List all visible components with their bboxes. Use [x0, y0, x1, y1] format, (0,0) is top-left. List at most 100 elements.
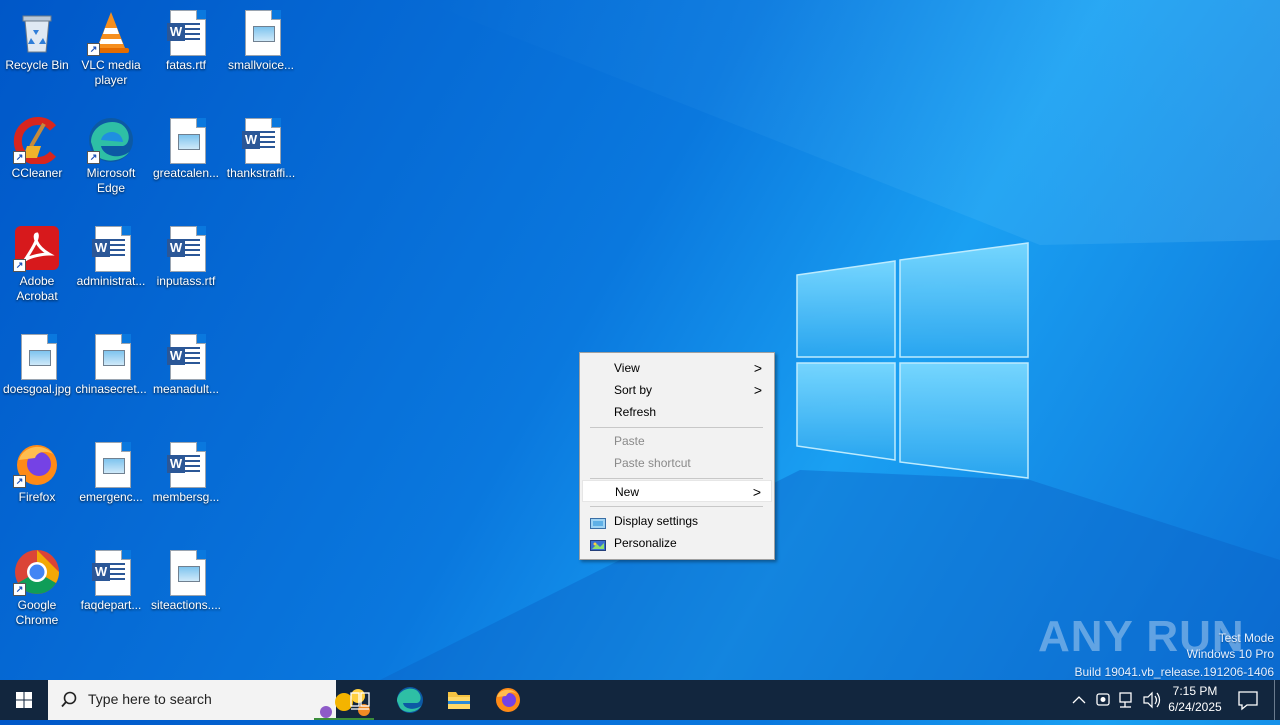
- menu-item-label: View: [614, 361, 640, 375]
- desktop-icon-ccleaner[interactable]: ↗ CCleaner: [0, 108, 74, 181]
- desktop-icon-label: fatas.rtf: [165, 58, 206, 72]
- show-desktop-button[interactable]: [1274, 680, 1280, 720]
- file-explorer-icon: [448, 692, 470, 709]
- desktop-icon-label: doesgoal.jpg: [2, 382, 72, 396]
- desktop-icon-fatas[interactable]: W fatas.rtf: [149, 0, 223, 73]
- display-icon: [590, 515, 606, 529]
- desktop-icon-recycle-bin[interactable]: Recycle Bin: [0, 0, 74, 73]
- desktop-icon-label: VLC media player: [81, 58, 141, 87]
- desktop-icon-smallvoice[interactable]: smallvoice...: [224, 0, 298, 73]
- menu-item-refresh[interactable]: Refresh: [582, 401, 772, 423]
- shortcut-arrow-icon: ↗: [13, 259, 26, 272]
- desktop-icon-label: Adobe Acrobat: [16, 274, 58, 303]
- word-document-icon: W: [162, 8, 210, 56]
- firefox-icon: ↗: [13, 440, 61, 488]
- menu-item-sort-by[interactable]: Sort by >: [582, 379, 772, 401]
- taskbar-file-explorer-button[interactable]: [435, 680, 483, 720]
- desktop-icon-label: CCleaner: [11, 166, 63, 180]
- menu-item-label: Personalize: [614, 536, 677, 550]
- image-file-icon: [162, 548, 210, 596]
- desktop-icon-label: smallvoice...: [227, 58, 295, 72]
- menu-item-paste-shortcut[interactable]: Paste shortcut: [582, 452, 772, 474]
- desktop-icon-label: administrat...: [76, 274, 146, 288]
- desktop-icon-vlc[interactable]: ↗ VLC media player: [74, 0, 148, 88]
- menu-item-paste[interactable]: Paste: [582, 430, 772, 452]
- menu-item-display-settings[interactable]: Display settings: [582, 510, 772, 532]
- desktop-icon-meanadult[interactable]: W meanadult...: [149, 324, 223, 397]
- clock[interactable]: 7:15 PM 6/24/2025: [1164, 680, 1226, 720]
- defender-icon: [1096, 693, 1110, 706]
- desktop-context-menu: View > Sort by > Refresh Paste Paste sho…: [579, 352, 775, 560]
- desktop-icon-label: meanadult...: [152, 382, 220, 396]
- menu-item-label: Sort by: [614, 383, 653, 397]
- desktop-icon-label: chinasecret...: [75, 382, 147, 396]
- menu-separator: [590, 506, 763, 507]
- desktop-icon-label: faqdepart...: [80, 598, 142, 612]
- desktop-icon-inputass[interactable]: W inputass.rtf: [149, 216, 223, 289]
- shortcut-arrow-icon: ↗: [87, 151, 100, 164]
- desktop-icon-microsoft-edge[interactable]: ↗ Microsoft Edge: [74, 108, 148, 196]
- windows-start-icon: [16, 692, 32, 708]
- shortcut-arrow-icon: ↗: [13, 475, 26, 488]
- desktop-icon-doesgoal[interactable]: doesgoal.jpg: [0, 324, 74, 397]
- menu-item-personalize[interactable]: Personalize: [582, 532, 772, 554]
- windows-edition-text: Windows 10 Pro: [1186, 647, 1274, 661]
- network-icon: [1119, 692, 1132, 708]
- desktop-icon-chinasecret[interactable]: chinasecret...: [74, 324, 148, 397]
- desktop-icon-siteactions[interactable]: siteactions....: [149, 540, 223, 613]
- menu-item-view[interactable]: View >: [582, 357, 772, 379]
- chevron-right-icon: >: [753, 382, 762, 398]
- word-document-icon: W: [87, 548, 135, 596]
- action-center-button[interactable]: [1230, 680, 1266, 720]
- shortcut-arrow-icon: ↗: [13, 151, 26, 164]
- word-document-icon: W: [87, 224, 135, 272]
- desktop-icon-label: greatcalen...: [152, 166, 220, 180]
- volume-button[interactable]: [1140, 680, 1162, 720]
- image-file-icon: [237, 8, 285, 56]
- image-file-icon: [87, 440, 135, 488]
- tray-security-button[interactable]: [1092, 680, 1114, 720]
- taskbar-edge-button[interactable]: [386, 680, 434, 720]
- word-document-icon: W: [162, 224, 210, 272]
- task-view-icon: [350, 692, 370, 710]
- word-document-icon: W: [162, 332, 210, 380]
- word-document-icon: W: [237, 116, 285, 164]
- chevron-right-icon: >: [753, 360, 762, 376]
- desktop-icon-membersg[interactable]: W membersg...: [149, 432, 223, 505]
- desktop-icon-google-chrome[interactable]: ↗ Google Chrome: [0, 540, 74, 628]
- menu-item-label: Refresh: [614, 405, 657, 419]
- acrobat-icon: ↗: [13, 224, 61, 272]
- desktop-icon-faqdepart[interactable]: W faqdepart...: [74, 540, 148, 613]
- taskbar: Type here to search 7:15 PM 6/24/2025: [0, 680, 1280, 720]
- desktop-icon-adobe-acrobat[interactable]: ↗ Adobe Acrobat: [0, 216, 74, 304]
- menu-item-label: Paste shortcut: [614, 456, 691, 470]
- start-button[interactable]: [0, 680, 48, 720]
- menu-item-label: Paste: [614, 434, 645, 448]
- desktop-icon-label: membersg...: [152, 490, 220, 504]
- desktop-icon-thankstraffi[interactable]: W thankstraffi...: [224, 108, 298, 181]
- show-hidden-icons-button[interactable]: [1068, 680, 1090, 720]
- personalize-icon: [590, 537, 606, 551]
- desktop-icon-emergenc[interactable]: emergenc...: [74, 432, 148, 505]
- desktop-icon-label: emergenc...: [79, 490, 143, 504]
- desktop-icon-label: inputass.rtf: [156, 274, 216, 288]
- desktop-icon-firefox[interactable]: ↗ Firefox: [0, 432, 74, 505]
- menu-item-new[interactable]: New >: [582, 480, 772, 502]
- firefox-icon: [496, 688, 520, 712]
- search-icon: [61, 691, 77, 708]
- search-placeholder: Type here to search: [88, 691, 212, 707]
- desktop-icon-label: Firefox: [18, 490, 56, 504]
- taskbar-firefox-button[interactable]: [484, 680, 532, 720]
- vlc-icon: ↗: [87, 8, 135, 56]
- notification-icon: [1238, 691, 1258, 711]
- image-file-icon: [87, 332, 135, 380]
- menu-separator: [590, 478, 763, 479]
- taskbar-search-box[interactable]: Type here to search: [48, 680, 374, 720]
- task-view-button[interactable]: [336, 680, 384, 720]
- image-file-icon: [162, 116, 210, 164]
- windows-logo: [796, 242, 1029, 479]
- network-button[interactable]: [1116, 680, 1138, 720]
- desktop-icon-greatcalen[interactable]: greatcalen...: [149, 108, 223, 181]
- desktop-icon-label: thankstraffi...: [226, 166, 296, 180]
- desktop-icon-administrat[interactable]: W administrat...: [74, 216, 148, 289]
